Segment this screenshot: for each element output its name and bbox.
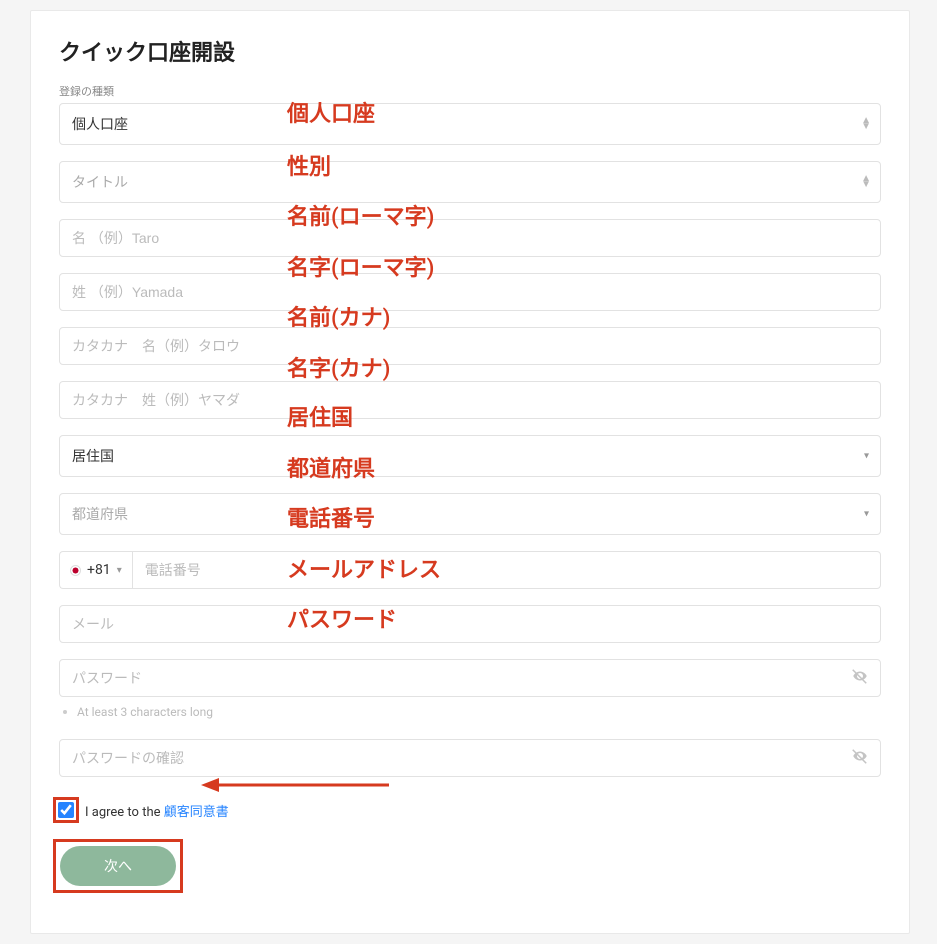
first-name-input[interactable]: [59, 219, 881, 257]
eye-off-icon[interactable]: [851, 667, 869, 689]
last-name-kana-input[interactable]: [59, 381, 881, 419]
form-card: クイック口座開設 登録の種類 個人口座 ▲▼ タイトル ▲▼: [30, 10, 910, 934]
agree-row: I agree to the 顧客同意書: [53, 797, 881, 823]
bullet-icon: [63, 710, 67, 714]
account-type-label: 登録の種類: [59, 83, 881, 99]
first-name-kana-input[interactable]: [59, 327, 881, 365]
next-button[interactable]: 次へ: [60, 846, 176, 886]
email-input[interactable]: [59, 605, 881, 643]
title-select[interactable]: タイトル: [59, 161, 881, 203]
dial-code: +81: [87, 562, 111, 578]
title-field: タイトル ▲▼: [59, 161, 881, 203]
phone-country-select[interactable]: +81 ▾: [59, 551, 132, 589]
agree-prefix: I agree to the: [85, 805, 164, 820]
phone-input[interactable]: [132, 551, 881, 589]
password-input[interactable]: [59, 659, 881, 697]
prefecture-select[interactable]: 都道府県: [59, 493, 881, 535]
agree-label: I agree to the 顧客同意書: [85, 801, 229, 820]
password-confirm-input[interactable]: [59, 739, 881, 777]
annotation-box: [53, 797, 79, 823]
page-title: クイック口座開設: [59, 35, 881, 67]
eye-off-icon[interactable]: [851, 747, 869, 769]
last-name-input[interactable]: [59, 273, 881, 311]
country-select[interactable]: 居住国: [59, 435, 881, 477]
chevron-down-icon: ▾: [117, 565, 122, 576]
account-type-select[interactable]: 個人口座: [59, 103, 881, 145]
arrow-icon: [201, 773, 391, 797]
agree-checkbox[interactable]: [58, 802, 74, 818]
customer-agreement-link[interactable]: 顧客同意書: [164, 805, 229, 820]
japan-flag-icon: [70, 565, 81, 576]
password-hint: At least 3 characters long: [77, 705, 213, 719]
account-type-field: 登録の種類 個人口座 ▲▼: [59, 83, 881, 145]
annotation-box: 次へ: [53, 839, 183, 893]
